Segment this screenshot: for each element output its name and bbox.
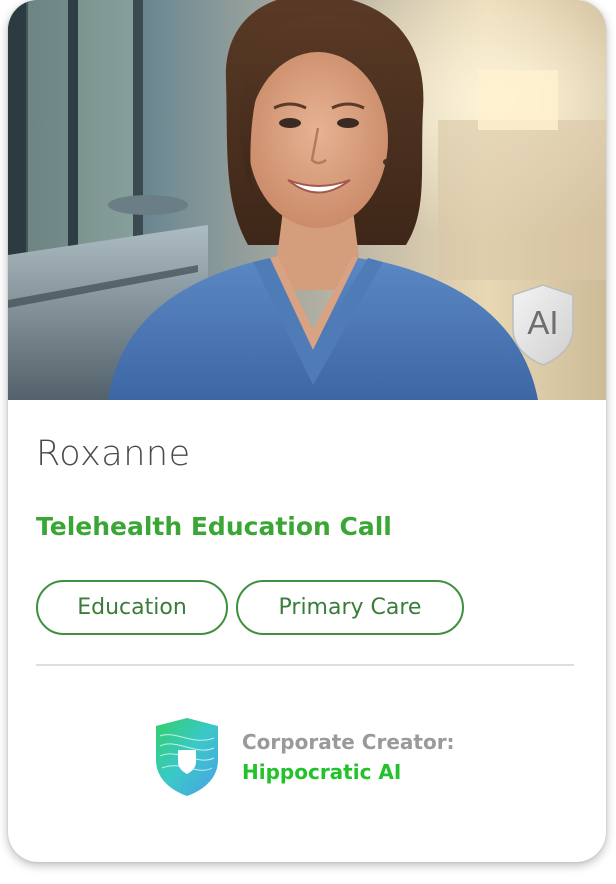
creator-label: Corporate Creator: [242, 730, 455, 754]
tag-list: Education Primary Care [36, 580, 464, 635]
divider [36, 664, 574, 666]
creator-block: Corporate Creator: Hippocratic AI [154, 716, 455, 798]
tag-primary-care[interactable]: Primary Care [236, 580, 464, 635]
persona-name: Roxanne [36, 434, 191, 474]
shield-logo-icon [154, 716, 220, 798]
tag-education[interactable]: Education [36, 580, 228, 635]
persona-title: Telehealth Education Call [36, 512, 392, 541]
ai-badge-label: AI [527, 304, 558, 341]
creator-name-link[interactable]: Hippocratic AI [242, 760, 455, 784]
persona-card[interactable]: AI Roxanne Telehealth Education Call Edu… [8, 0, 606, 862]
ai-shield-badge: AI [510, 283, 576, 367]
